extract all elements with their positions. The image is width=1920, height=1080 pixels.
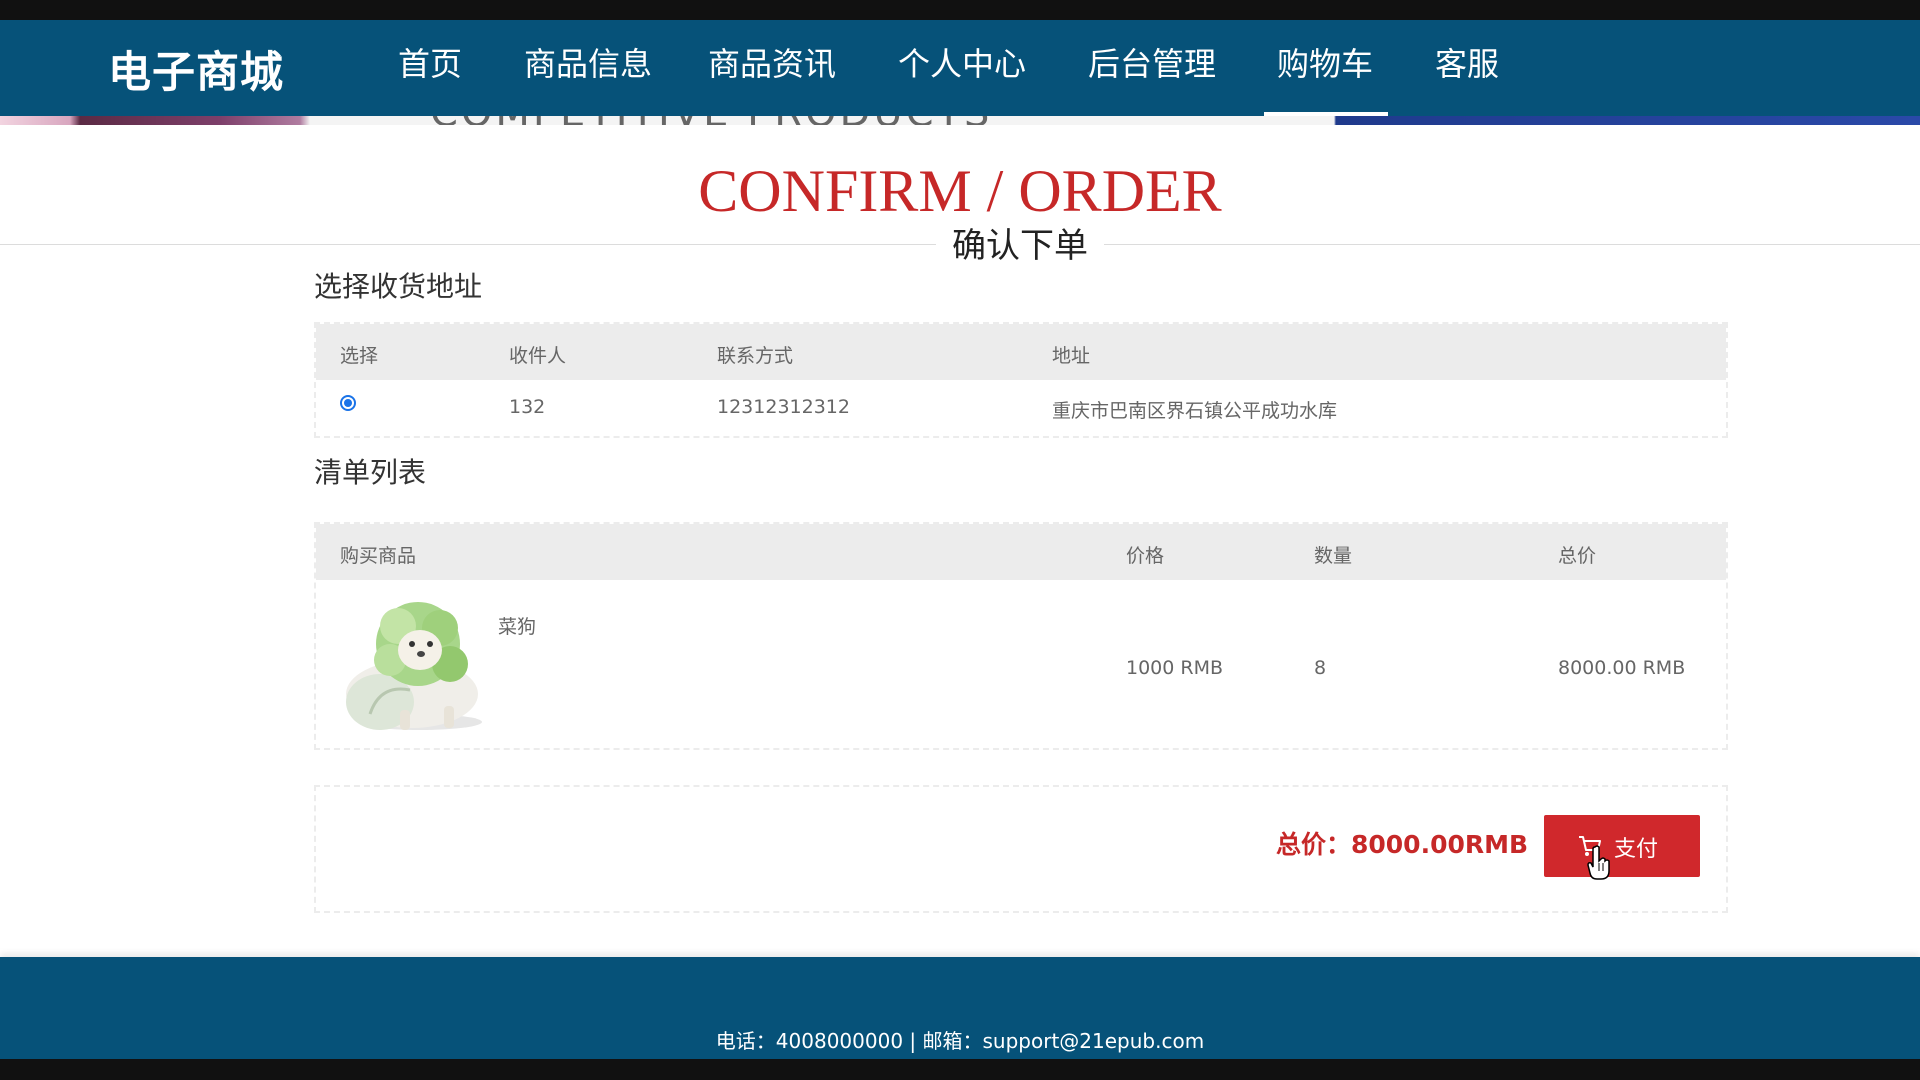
pay-button-label: 支付 [1614,837,1659,862]
nav-home[interactable]: 首页 [398,44,462,84]
recipient-cell: 132 [509,396,546,418]
header-recipient: 收件人 [509,345,567,367]
header-price: 价格 [1126,545,1165,567]
order-summary: 总价：8000.00RMB 支付 [314,785,1728,913]
top-black-strip [0,0,1920,20]
grand-total: 总价：8000.00RMB [1276,830,1529,859]
footer-contact: 电话：4008000000 | 邮箱：support@21epub.com [715,1029,1205,1053]
address-table: 选择 收件人 联系方式 地址 132 12312312312 重庆市巴南区界石镇… [314,322,1728,438]
order-list-header: 购买商品 价格 数量 总价 [316,524,1726,580]
site-footer: 电话：4008000000 | 邮箱：support@21epub.com [0,957,1920,1059]
nav-admin[interactable]: 后台管理 [1088,44,1216,84]
cabbage-dog-image[interactable] [340,594,486,738]
header-quantity: 数量 [1314,545,1353,567]
page-title: CONFIRM / ORDER [698,158,1222,224]
header-product: 购买商品 [340,545,417,567]
list-section-title: 清单列表 [314,456,427,489]
price-cell: 1000 RMB [1126,657,1224,679]
address-section-title: 选择收货地址 [314,270,483,303]
address-table-header: 选择 收件人 联系方式 地址 [316,324,1726,380]
phone-cell: 12312312312 [717,396,850,418]
header-select: 选择 [340,345,379,367]
nav-news[interactable]: 商品资讯 [708,44,836,84]
address-radio[interactable] [340,395,356,411]
hand-cursor-icon [1587,845,1610,880]
brand-logo[interactable]: 电子商城 [108,38,284,100]
page-subtitle: 确认下单 [936,225,1104,267]
total-cell: 8000.00 RMB [1558,657,1686,679]
pay-button[interactable]: 支付 [1544,815,1700,877]
header-phone: 联系方式 [717,345,794,367]
banner-strip: COMPETITIVE PRODUCTS [0,116,1920,125]
quantity-cell: 8 [1314,657,1327,679]
order-list-table: 购买商品 价格 数量 总价 菜狗 1000 RMB 8 8000.00 RMB [314,522,1728,750]
main-content: CONFIRM / ORDER 确认下单 选择收货地址 选择 收件人 联系方式 … [0,125,1920,957]
address-cell: 重庆市巴南区界石镇公平成功水库 [1052,400,1338,422]
top-navbar: 电子商城 首页 商品信息 商品资讯 个人中心 后台管理 购物车 客服 [0,20,1920,116]
nav-cart[interactable]: 购物车 [1277,44,1373,84]
product-name[interactable]: 菜狗 [498,612,536,639]
nav-products[interactable]: 商品信息 [524,44,652,84]
header-total: 总价 [1558,545,1597,567]
banner-text: COMPETITIVE PRODUCTS [430,116,992,125]
nav-profile[interactable]: 个人中心 [898,44,1026,84]
nav-service[interactable]: 客服 [1435,44,1499,84]
bottom-black-strip [0,1059,1920,1080]
header-address: 地址 [1052,345,1091,367]
